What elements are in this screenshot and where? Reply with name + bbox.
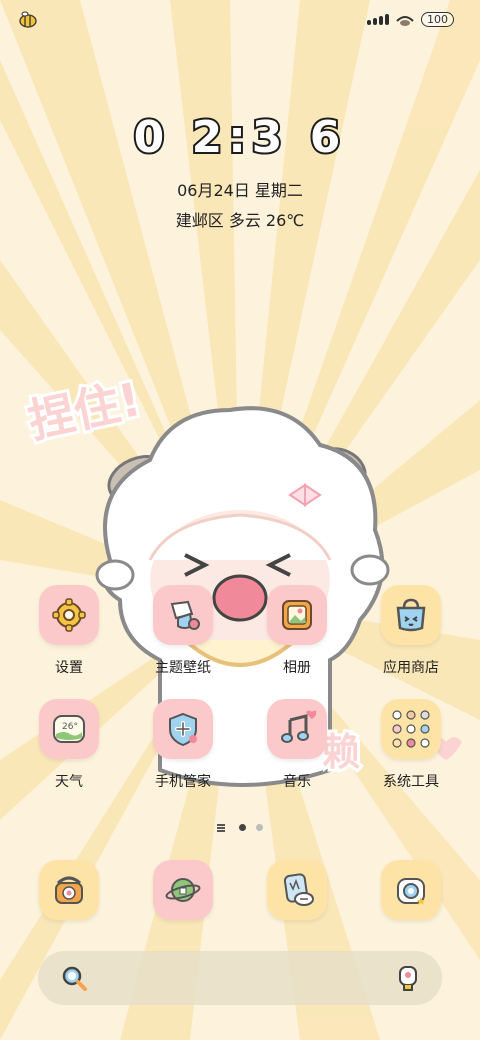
app-store[interactable]: 应用商店 [361,585,461,677]
photo-frame-icon [267,585,327,645]
page-dot-2[interactable] [256,824,263,831]
page-dot-1[interactable] [239,824,246,831]
app-label: 手机管家 [155,774,211,790]
shopping-bag-icon [381,585,441,645]
dock [0,860,480,920]
app-gallery[interactable]: 相册 [247,585,347,677]
folder-grid-icon [381,699,441,759]
page-indicator[interactable] [0,824,480,831]
app-label: 系统工具 [383,774,439,790]
status-bar: 100 [0,0,480,40]
wifi-icon [396,15,414,26]
phone-icon[interactable] [39,860,99,920]
app-label: 天气 [55,774,83,790]
app-settings[interactable]: 设置 [19,585,119,677]
assistant-icon[interactable] [396,963,420,993]
battery-indicator: 100 [421,12,454,27]
paint-brush-icon [153,585,213,645]
music-note-icon [267,699,327,759]
clock-widget[interactable]: 0 2:3 6 06月24日 星期二 建邺区 多云 26℃ [0,110,480,231]
app-folder-system-tools[interactable]: 系统工具 [361,699,461,791]
clock-date: 06月24日 星期二 [177,181,303,200]
shield-plus-icon [153,699,213,759]
app-row-2: 26° 天气 手机管家 音乐 系统工具 [0,699,480,791]
bee-icon [19,11,37,28]
app-row-1: 设置 主题壁纸 相册 应用商店 [0,585,480,677]
weather-thermometer-icon: 26° [39,699,99,759]
camera-icon[interactable] [381,860,441,920]
search-icon[interactable] [60,964,88,992]
app-grid: 设置 主题壁纸 相册 应用商店 26° 天气 手机管家 音乐 系统工具 [0,585,480,813]
svg-text:26°: 26° [62,722,78,732]
app-weather[interactable]: 26° 天气 [19,699,119,791]
messages-icon[interactable] [267,860,327,920]
app-label: 音乐 [283,774,311,790]
app-theme-wallpaper[interactable]: 主题壁纸 [133,585,233,677]
clock-time: 0 2:3 6 [132,110,347,165]
status-icons: 100 [367,12,454,27]
app-phone-manager[interactable]: 手机管家 [133,699,233,791]
app-label: 主题壁纸 [155,660,211,676]
gear-icon [39,585,99,645]
app-music[interactable]: 音乐 [247,699,347,791]
app-label: 设置 [55,660,83,676]
page-menu-icon[interactable] [217,826,225,829]
app-label: 相册 [283,660,311,676]
app-label: 应用商店 [383,660,439,676]
weather-summary: 建邺区 多云 26℃ [175,211,305,230]
planet-browser-icon[interactable] [153,860,213,920]
signal-icon [367,14,389,25]
sticker-text-squeeze: 捏住! [24,372,146,448]
search-bar[interactable] [38,951,442,1005]
